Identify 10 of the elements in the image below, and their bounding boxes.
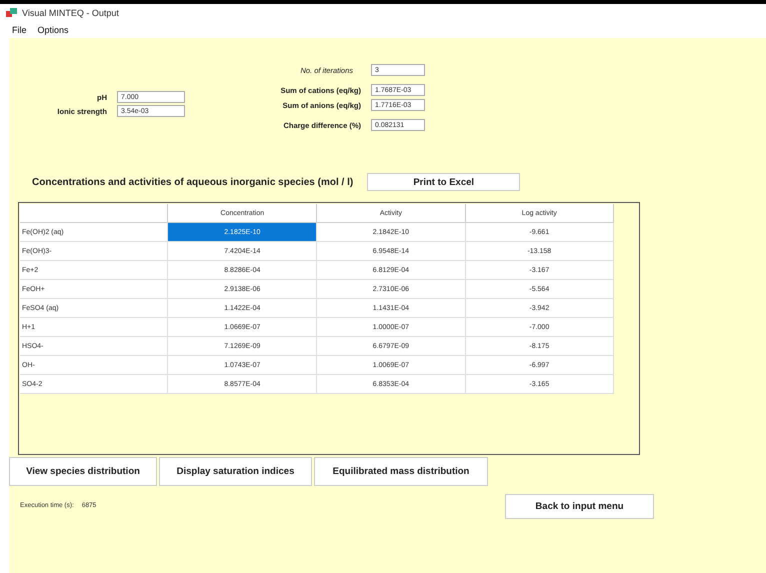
section-heading: Concentrations and activities of aqueous inorganic species (mol / l): [32, 176, 354, 188]
print-button[interactable]: Print to Excel: [367, 173, 520, 191]
action-button[interactable]: Equilibrated mass distribution: [314, 457, 488, 486]
app-icon: [6, 8, 17, 18]
action-button[interactable]: Display saturation indices: [159, 457, 312, 486]
menu-item[interactable]: File: [12, 25, 27, 35]
menu-item[interactable]: Options: [38, 25, 69, 35]
action-button[interactable]: View species distribution: [9, 457, 157, 486]
back-button[interactable]: Back to input menu: [505, 494, 654, 519]
window-title: Visual MINTEQ - Output: [22, 8, 119, 18]
